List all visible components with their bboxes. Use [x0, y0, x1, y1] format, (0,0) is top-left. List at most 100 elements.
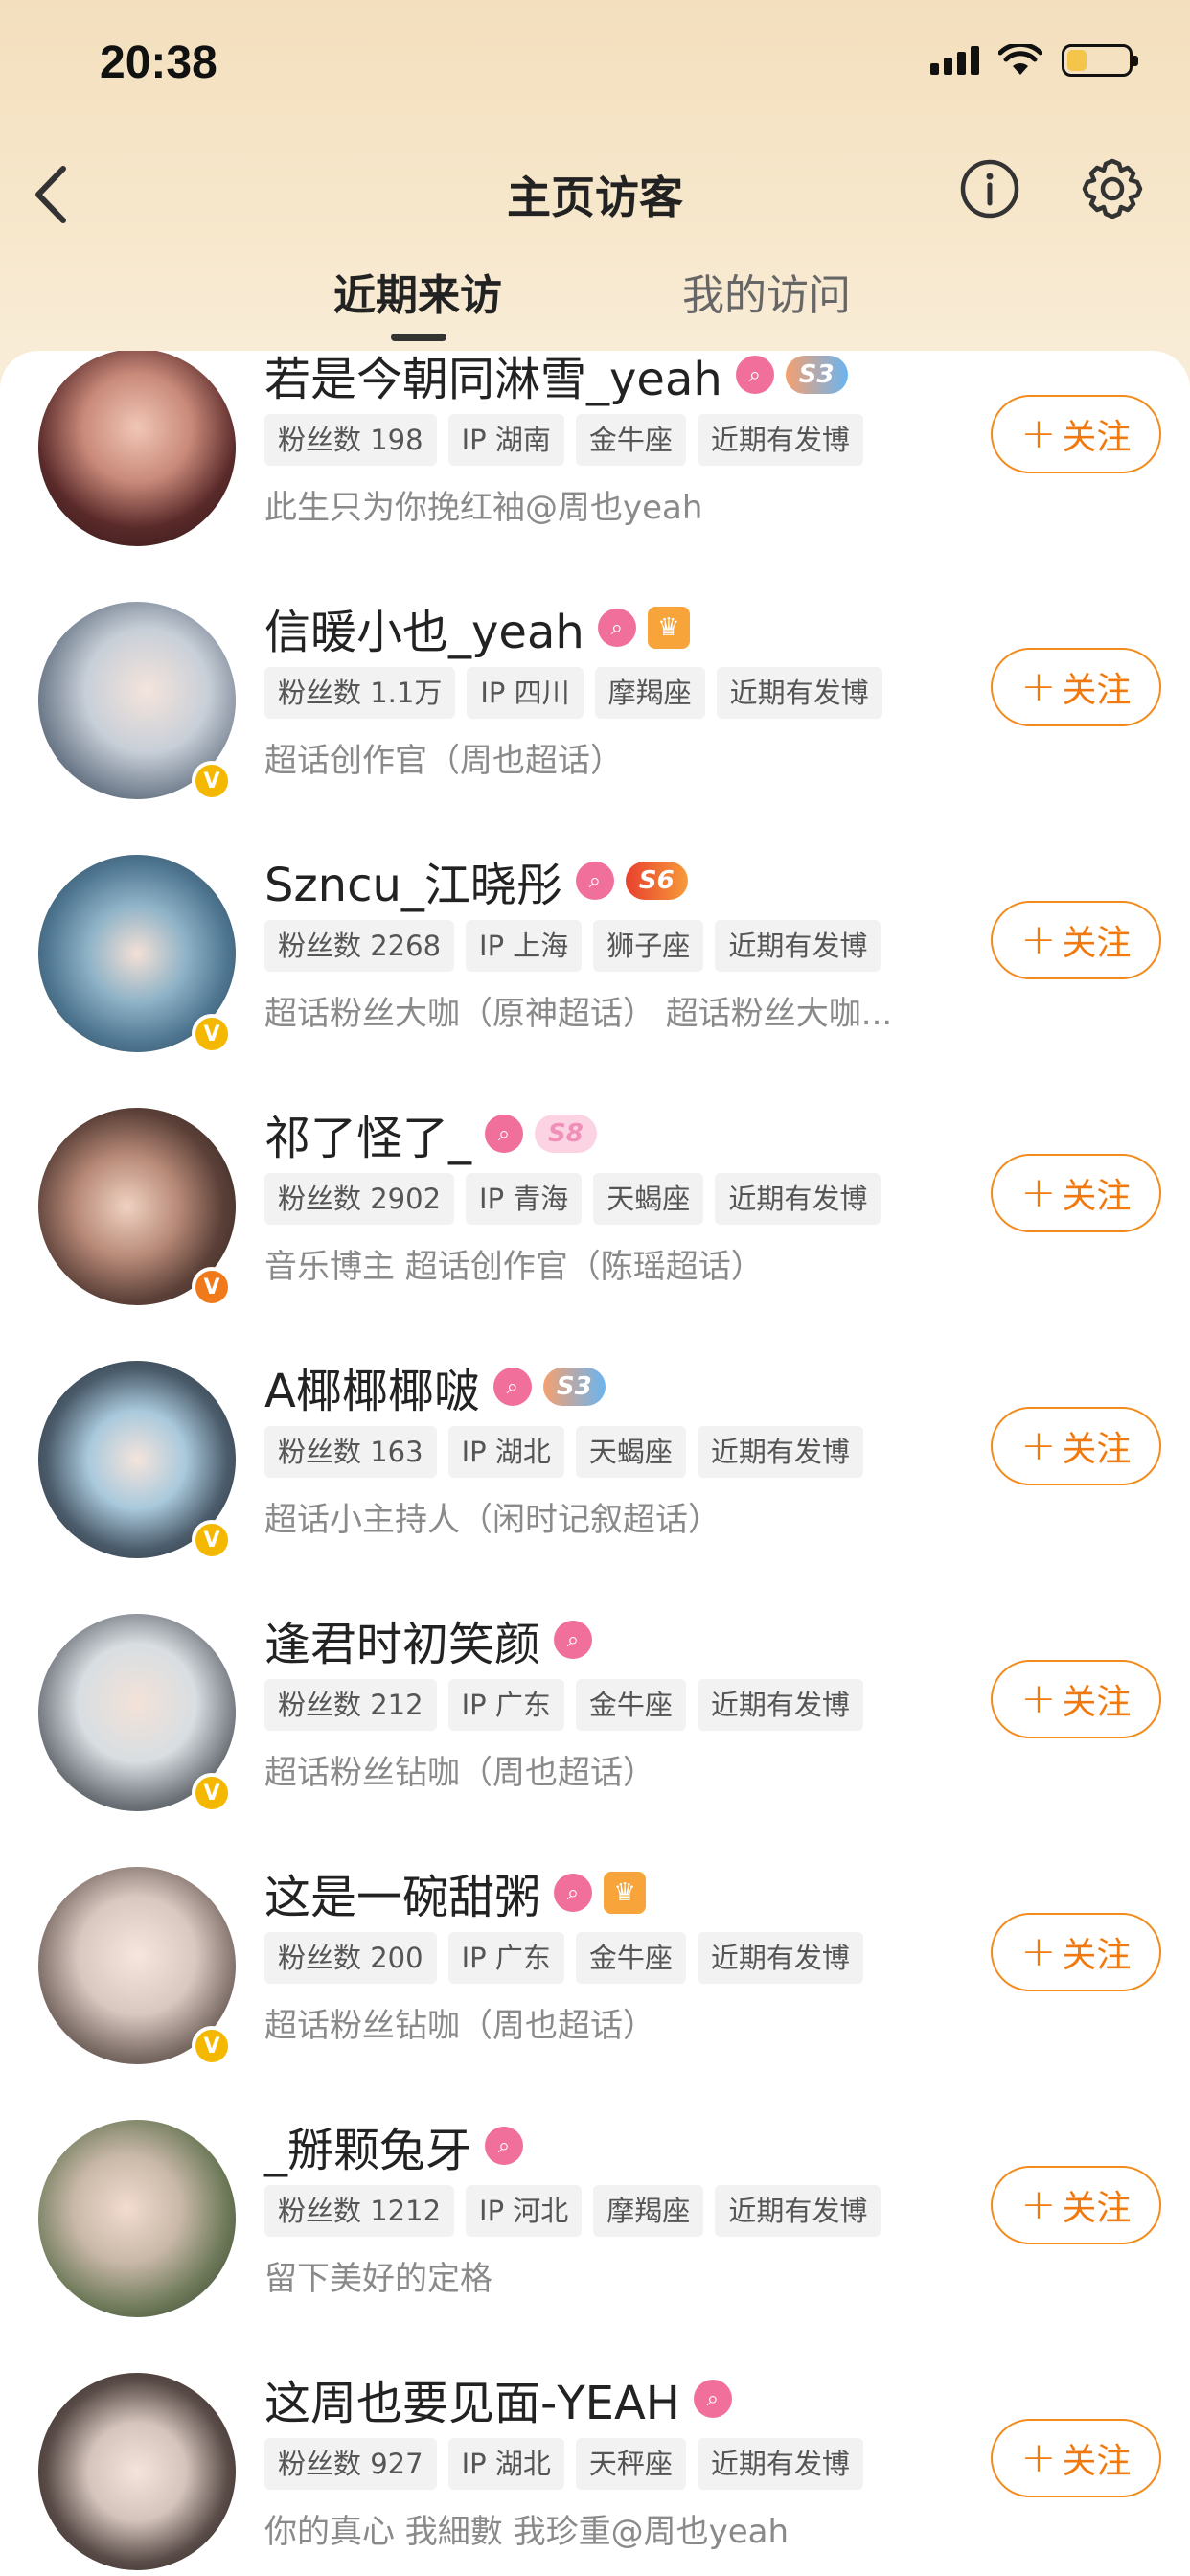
follow-button[interactable]: + 关注 — [991, 1913, 1161, 1991]
crown-badge-icon: ♛ — [647, 607, 690, 649]
level-badge: S3 — [542, 1368, 606, 1406]
battery-icon — [1062, 44, 1138, 77]
username[interactable]: 祁了怪了_ ⌕ S8 — [264, 1100, 597, 1167]
username[interactable]: A椰椰椰啵 ⌕ S3 — [264, 1353, 606, 1420]
fans-count-tag: 粉丝数 163 — [264, 1426, 437, 1478]
plus-icon: + — [1020, 662, 1057, 711]
bio: 音乐博主 超话创作官（陈瑶超话） — [264, 1248, 764, 1286]
fans-count-tag: 粉丝数 1212 — [264, 2185, 455, 2237]
verified-icon: V — [192, 1014, 232, 1054]
follow-label: 关注 — [1062, 418, 1132, 457]
crown-badge-icon: ♛ — [604, 1872, 647, 1914]
ip-tag: IP 湖北 — [447, 2438, 564, 2490]
bio: 此生只为你挽红袖@周也yeah — [264, 489, 703, 527]
gear-icon[interactable] — [1079, 155, 1146, 222]
avatar[interactable] — [38, 351, 236, 546]
plus-icon: + — [1020, 409, 1057, 458]
bio: 超话粉丝钻咖（周也超话） — [264, 1754, 655, 1792]
follow-button[interactable]: + 关注 — [991, 395, 1161, 473]
tag-list: 粉丝数 200 IP 广东 金牛座 近期有发博 — [264, 1932, 863, 1984]
plus-icon: + — [1020, 1674, 1057, 1723]
list-item[interactable]: 这周也要见面-YEAH ⌕ 粉丝数 927 IP 湖北 天秤座 近期有发博 你的… — [0, 2340, 1190, 2576]
username-text: 信暖小也_yeah — [264, 606, 584, 659]
username[interactable]: _掰颗兔牙 ⌕ — [264, 2112, 524, 2179]
zodiac-tag: 金牛座 — [575, 1679, 686, 1731]
avatar[interactable] — [38, 2373, 236, 2570]
avatar[interactable] — [38, 2120, 236, 2317]
list-item[interactable]: V Szncu_江晓彤 ⌕ S6 粉丝数 2268 IP 上海 狮子座 近期有发… — [0, 822, 1190, 1075]
list-item[interactable]: V 信暖小也_yeah ⌕ ♛ 粉丝数 1.1万 IP 四川 摩羯座 近期有发博… — [0, 569, 1190, 822]
fans-count-tag: 粉丝数 198 — [264, 414, 437, 466]
recent-post-tag: 近期有发博 — [715, 2185, 881, 2237]
tag-list: 粉丝数 927 IP 湖北 天秤座 近期有发博 — [264, 2438, 863, 2490]
tag-list: 粉丝数 198 IP 湖南 金牛座 近期有发博 — [264, 414, 863, 466]
search-badge-icon: ⌕ — [485, 1115, 524, 1153]
status-time: 20:38 — [100, 37, 217, 88]
plus-icon: + — [1020, 2433, 1057, 2482]
recent-post-tag: 近期有发博 — [697, 414, 863, 466]
username[interactable]: 这周也要见面-YEAH ⌕ — [264, 2365, 732, 2432]
list-item[interactable]: V 祁了怪了_ ⌕ S8 粉丝数 2902 IP 青海 天蝎座 近期有发博 音乐… — [0, 1075, 1190, 1328]
follow-button[interactable]: + 关注 — [991, 901, 1161, 979]
tag-list: 粉丝数 1.1万 IP 四川 摩羯座 近期有发博 — [264, 667, 882, 719]
plus-icon: + — [1020, 1168, 1057, 1217]
bio: 留下美好的定格 — [264, 2260, 492, 2298]
bio: 超话小主持人（闲时记叙超话） — [264, 1501, 721, 1539]
search-badge-icon: ⌕ — [485, 2127, 524, 2165]
follow-button[interactable]: + 关注 — [991, 2166, 1161, 2244]
plus-icon: + — [1020, 1927, 1057, 1976]
plus-icon: + — [1020, 915, 1057, 964]
follow-button[interactable]: + 关注 — [991, 1407, 1161, 1485]
username[interactable]: 逢君时初笑颜 ⌕ — [264, 1606, 593, 1673]
username-text: 若是今朝同淋雪_yeah — [264, 353, 722, 406]
recent-post-tag: 近期有发博 — [697, 2438, 863, 2490]
search-badge-icon: ⌕ — [492, 1368, 532, 1406]
follow-button[interactable]: + 关注 — [991, 2419, 1161, 2497]
tag-list: 粉丝数 2902 IP 青海 天蝎座 近期有发博 — [264, 1173, 881, 1225]
level-badge: S3 — [785, 356, 848, 394]
plus-icon: + — [1020, 1421, 1057, 1470]
follow-button[interactable]: + 关注 — [991, 648, 1161, 726]
zodiac-tag: 摩羯座 — [594, 667, 705, 719]
level-badge: S6 — [625, 862, 688, 900]
list-item[interactable]: V 逢君时初笑颜 ⌕ 粉丝数 212 IP 广东 金牛座 近期有发博 超话粉丝钻… — [0, 1581, 1190, 1834]
search-badge-icon: ⌕ — [597, 609, 636, 647]
search-badge-icon: ⌕ — [735, 356, 774, 394]
follow-label: 关注 — [1062, 2442, 1132, 2481]
verified-icon: V — [192, 2026, 232, 2066]
fans-count-tag: 粉丝数 1.1万 — [264, 667, 456, 719]
follow-label: 关注 — [1062, 1177, 1132, 1216]
list-item[interactable]: 若是今朝同淋雪_yeah ⌕ S3 粉丝数 198 IP 湖南 金牛座 近期有发… — [0, 351, 1190, 569]
ip-tag: IP 湖北 — [447, 1426, 564, 1478]
username[interactable]: 信暖小也_yeah ⌕ ♛ — [264, 594, 690, 661]
recent-post-tag: 近期有发博 — [715, 920, 881, 972]
list-item[interactable]: V A椰椰椰啵 ⌕ S3 粉丝数 163 IP 湖北 天蝎座 近期有发博 超话小… — [0, 1328, 1190, 1581]
status-bar: 20:38 — [0, 0, 1190, 125]
visitor-list: 若是今朝同淋雪_yeah ⌕ S3 粉丝数 198 IP 湖南 金牛座 近期有发… — [0, 351, 1190, 2576]
fans-count-tag: 粉丝数 2902 — [264, 1173, 455, 1225]
username[interactable]: 这是一碗甜粥 ⌕ ♛ — [264, 1859, 647, 1926]
follow-button[interactable]: + 关注 — [991, 1660, 1161, 1738]
zodiac-tag: 金牛座 — [575, 1932, 686, 1984]
tab-recent-visitors[interactable]: 近期来访 — [333, 261, 502, 322]
search-badge-icon: ⌕ — [554, 1874, 593, 1912]
level-badge: S8 — [535, 1115, 597, 1153]
tag-list: 粉丝数 1212 IP 河北 摩羯座 近期有发博 — [264, 2185, 881, 2237]
search-badge-icon: ⌕ — [554, 1621, 593, 1659]
follow-label: 关注 — [1062, 1683, 1132, 1722]
username[interactable]: Szncu_江晓彤 ⌕ S6 — [264, 847, 688, 914]
follow-button[interactable]: + 关注 — [991, 1154, 1161, 1232]
list-item[interactable]: V 这是一碗甜粥 ⌕ ♛ 粉丝数 200 IP 广东 金牛座 近期有发博 超话粉… — [0, 1834, 1190, 2087]
search-badge-icon: ⌕ — [575, 862, 614, 900]
ip-tag: IP 河北 — [466, 2185, 583, 2237]
list-item[interactable]: _掰颗兔牙 ⌕ 粉丝数 1212 IP 河北 摩羯座 近期有发博 留下美好的定格… — [0, 2087, 1190, 2340]
ip-tag: IP 四川 — [467, 667, 584, 719]
follow-label: 关注 — [1062, 2189, 1132, 2228]
username-text: 祁了怪了_ — [264, 1112, 472, 1165]
username-text: 这周也要见面-YEAH — [264, 2377, 680, 2430]
info-icon[interactable] — [958, 157, 1021, 220]
ip-tag: IP 广东 — [447, 1932, 564, 1984]
ip-tag: IP 湖南 — [447, 414, 564, 466]
tab-my-visits[interactable]: 我的访问 — [682, 261, 851, 322]
username[interactable]: 若是今朝同淋雪_yeah ⌕ S3 — [264, 351, 848, 408]
